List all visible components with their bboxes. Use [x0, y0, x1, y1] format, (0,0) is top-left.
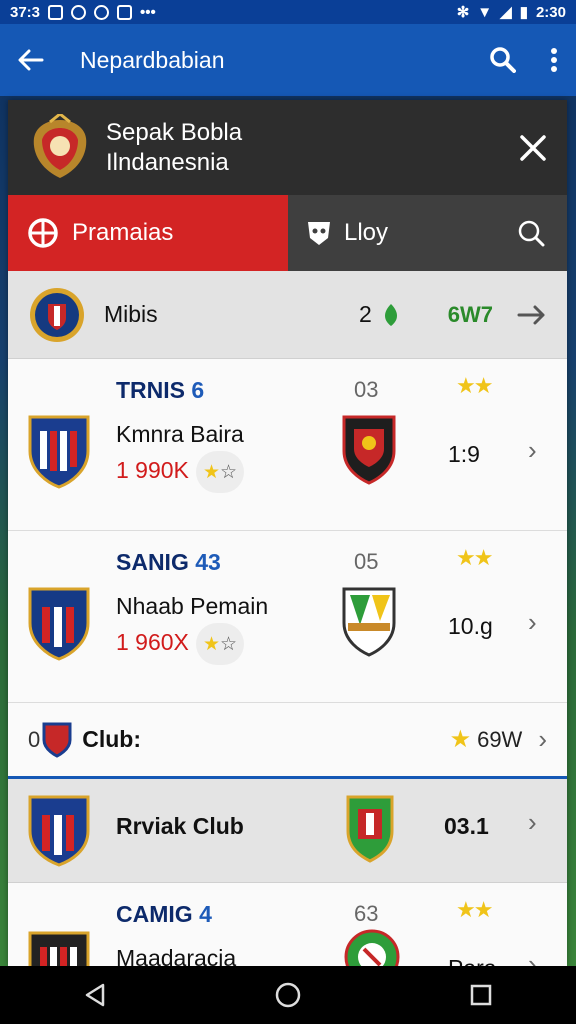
- tab-search-icon[interactable]: [517, 219, 545, 247]
- stars-icon: ★★: [456, 897, 493, 922]
- team-name: Kmnra Baira: [116, 421, 244, 447]
- league-card: Sepak Bobla Ilndanesnia Pramaias Lloy Mi…: [8, 100, 567, 966]
- team-shield-icon: [28, 587, 90, 661]
- sync-notification-icon: [71, 4, 87, 20]
- more-notifications-icon: •••: [140, 3, 156, 21]
- nav-home-icon[interactable]: [275, 982, 301, 1008]
- shield-tab-icon: [304, 218, 334, 248]
- team-shield-icon: [28, 931, 90, 966]
- rival-name: Rrviak Club: [116, 813, 244, 839]
- league-crest-icon: [28, 113, 92, 182]
- summary-row[interactable]: Mibis 2 6W7: [8, 271, 567, 359]
- match-score: 10.g: [448, 613, 493, 639]
- status-bar: 37:3 ••• ✻ ▼ ◢ ▮ 2:30: [0, 0, 576, 24]
- club-badge-icon: [42, 722, 72, 758]
- club-value: 69W: [477, 726, 523, 752]
- tab-label: Lloy: [344, 219, 389, 246]
- tab-lloy[interactable]: Lloy: [288, 195, 567, 271]
- close-icon[interactable]: [519, 134, 547, 162]
- wifi-icon: ▼: [477, 3, 493, 21]
- club-prefix: 0: [28, 726, 41, 752]
- match-score: 1:9: [448, 441, 480, 467]
- match-code: SANIG: [116, 549, 189, 575]
- image-notification-icon: [48, 4, 64, 20]
- nav-recents-icon[interactable]: [470, 984, 492, 1006]
- tab-label: Pramaias: [72, 219, 174, 246]
- opponent-crest-icon: [342, 587, 396, 657]
- match-code: TRNIS: [116, 377, 185, 403]
- stars-icon: ★★: [456, 545, 493, 570]
- summary-count: 2: [358, 301, 372, 327]
- card-header: Sepak Bobla Ilndanesnia: [8, 100, 567, 195]
- match-number: 03: [354, 377, 379, 402]
- rival-score: 03.1: [444, 813, 489, 839]
- team-name: Nhaab Pemain: [116, 593, 269, 619]
- player-price: 1 990K: [116, 457, 189, 483]
- status-clock: 2:30: [535, 3, 566, 21]
- tab-pramaias[interactable]: Pramaias: [8, 195, 288, 271]
- chevron-right-icon[interactable]: ›: [528, 607, 537, 638]
- rating-star-icon[interactable]: ★ ☆: [196, 623, 244, 665]
- list-item[interactable]: CAMIG 4 Maadaracia 63 ★★ Para ›: [8, 883, 567, 966]
- opponent-crest-icon: [342, 415, 396, 485]
- list-item[interactable]: TRNIS 6 Kmnra Baira 1 990K ★ ☆ 03 ★★ 1:9 …: [8, 359, 567, 531]
- system-nav-bar: [0, 966, 576, 1024]
- app-title: Nepardbabian: [80, 46, 225, 73]
- match-code: CAMIG: [116, 901, 193, 927]
- opponent-crest-icon: [344, 929, 400, 966]
- nav-back-icon[interactable]: [84, 983, 106, 1007]
- overflow-menu-icon[interactable]: [550, 47, 558, 73]
- stars-icon: ★★: [456, 373, 493, 398]
- app-bar: Nepardbabian: [0, 24, 576, 96]
- star-icon: ★: [449, 726, 472, 753]
- chevron-right-icon[interactable]: ›: [528, 807, 537, 838]
- team-crest-icon: [28, 286, 86, 344]
- match-code-number: 43: [195, 549, 221, 575]
- team-name: Maadaracia: [116, 945, 237, 966]
- ball-icon: [28, 218, 62, 248]
- chevron-right-icon[interactable]: ›: [538, 724, 547, 755]
- summary-value: 6W7: [447, 301, 493, 327]
- match-score: Para: [448, 955, 497, 966]
- list-item[interactable]: Rrviak Club 03.1 ›: [8, 779, 567, 883]
- summary-label: Mibis: [104, 301, 158, 327]
- nfc-icon: ✻: [456, 4, 470, 21]
- signal-icon: ◢: [500, 4, 512, 21]
- rating-star-icon[interactable]: ★ ☆: [196, 451, 244, 493]
- chevron-right-icon[interactable]: ›: [528, 435, 537, 466]
- match-code-number: 4: [199, 901, 212, 927]
- match-code-number: 6: [191, 377, 205, 403]
- arrow-right-icon[interactable]: [517, 304, 547, 326]
- media-notification-icon: [117, 4, 133, 20]
- back-arrow-icon[interactable]: [18, 49, 58, 71]
- search-icon[interactable]: [490, 47, 516, 73]
- compass-notification-icon: [94, 4, 110, 20]
- card-subtitle: Ilndanesnia: [106, 148, 229, 176]
- team-shield-icon: [28, 795, 90, 867]
- match-number: 05: [354, 549, 379, 574]
- club-row[interactable]: 0 Club: ★ 69W ›: [8, 703, 567, 779]
- club-label: Club:: [82, 726, 142, 752]
- battery-icon: ▮: [519, 4, 528, 21]
- match-number: 63: [354, 901, 379, 926]
- chevron-right-icon[interactable]: ›: [528, 949, 537, 966]
- opponent-crest-icon: [346, 795, 394, 863]
- tab-bar: Pramaias Lloy: [8, 195, 567, 271]
- player-price: 1 960X: [116, 629, 189, 655]
- card-title: Sepak Bobla: [106, 118, 243, 146]
- team-shield-icon: [28, 415, 90, 489]
- status-time: 37:3: [10, 3, 41, 21]
- list-item[interactable]: SANIG 43 Nhaab Pemain 1 960X ★ ☆ 05 ★★ 10…: [8, 531, 567, 703]
- leaf-icon: [382, 303, 400, 327]
